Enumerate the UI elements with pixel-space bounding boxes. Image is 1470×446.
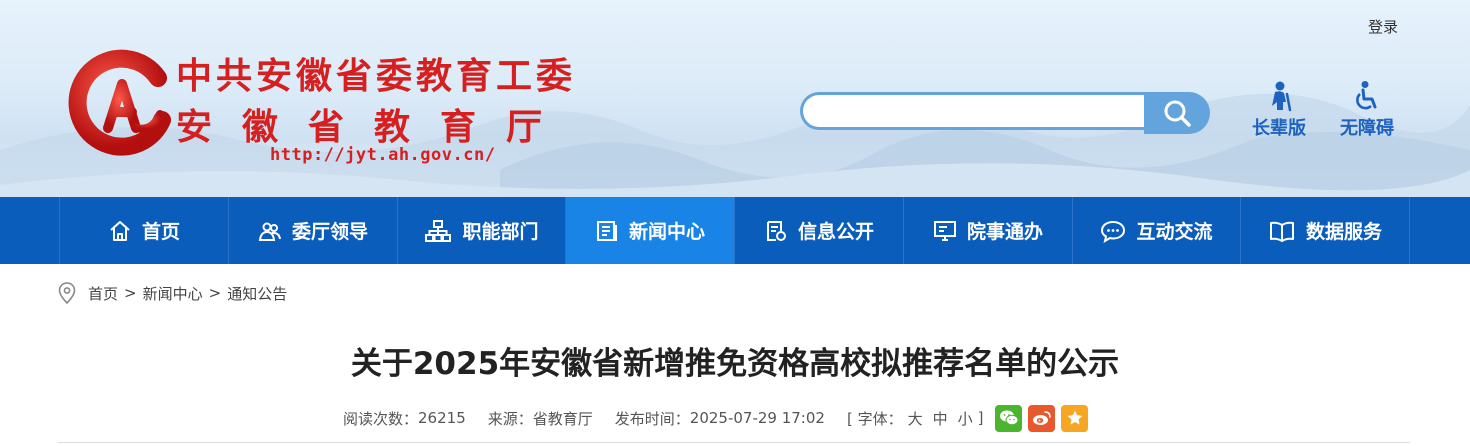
logo-emblem-icon — [68, 49, 171, 156]
nav-label: 委厅领导 — [291, 221, 368, 243]
wechat-icon — [999, 410, 1019, 426]
nav-label: 数据服务 — [1305, 221, 1382, 243]
date-label: 发布时间： — [614, 409, 690, 428]
views-count: 26215 — [418, 409, 466, 427]
font-small-button[interactable]: 小 — [958, 408, 973, 429]
org-chart-icon — [425, 219, 452, 242]
publish-date: 2025-07-29 17:02 — [689, 409, 825, 427]
home-icon — [110, 220, 130, 241]
nav-item-home[interactable]: 首页 — [59, 197, 228, 264]
breadcrumb: 首页 > 新闻中心 > 通知公告 — [58, 282, 287, 304]
nav-label: 信息公开 — [797, 221, 874, 243]
nav-item-services[interactable]: 院事通办 — [903, 197, 1072, 264]
breadcrumb-home[interactable]: 首页 — [88, 283, 118, 304]
news-icon — [596, 220, 617, 241]
font-size-label: [ 字体： — [846, 409, 903, 428]
elder-mode-button[interactable]: 长辈版 — [1246, 80, 1312, 140]
font-medium-button[interactable]: 中 — [933, 408, 948, 429]
breadcrumb-separator: > — [124, 284, 137, 302]
views-label: 阅读次数： — [343, 409, 419, 428]
star-icon — [1067, 410, 1083, 425]
search-input[interactable] — [800, 92, 1144, 130]
info-icon — [766, 220, 786, 241]
location-pin-icon — [58, 282, 76, 304]
book-icon — [1269, 221, 1294, 242]
main-navigation: 首页 委厅领导 职能部门 新闻中心 信息公开 院事通办 互动交流 数据服务 — [0, 197, 1470, 264]
nav-label: 新闻中心 — [628, 221, 705, 243]
nav-item-leaders[interactable]: 委厅领导 — [228, 197, 397, 264]
accessibility-label: 无障碍 — [1340, 118, 1394, 139]
nav-item-departments[interactable]: 职能部门 — [397, 197, 565, 264]
source-value: 省教育厅 — [532, 409, 593, 428]
monitor-icon — [933, 220, 956, 241]
share-wechat-button[interactable] — [995, 404, 1023, 432]
weibo-icon — [1032, 411, 1051, 425]
nav-item-news[interactable]: 新闻中心 — [565, 197, 734, 264]
nav-label: 首页 — [141, 221, 180, 243]
search-button[interactable] — [1144, 92, 1210, 134]
site-url: http://jyt.ah.gov.cn/ — [270, 145, 496, 165]
elder-icon — [1272, 81, 1292, 112]
favorite-button[interactable] — [1061, 404, 1089, 432]
source-label: 来源： — [487, 409, 533, 428]
font-large-button[interactable]: 大 — [908, 408, 923, 429]
elder-mode-label: 长辈版 — [1252, 118, 1306, 139]
nav-label: 互动交流 — [1136, 221, 1213, 243]
site-header: 登录 中共安徽省委教育工委 安徽省教育厅 http://jyt.ah.gov.c… — [0, 0, 1470, 197]
share-weibo-button[interactable] — [1028, 404, 1056, 432]
leaders-icon — [258, 222, 281, 241]
nav-item-data[interactable]: 数据服务 — [1240, 197, 1410, 264]
site-title-line2: 安徽省教育厅 — [176, 107, 573, 148]
breadcrumb-news[interactable]: 新闻中心 — [143, 283, 203, 304]
chat-icon — [1101, 220, 1126, 243]
article-title: 关于2025年安徽省新增推免资格高校拟推荐名单的公示 — [350, 346, 1120, 382]
nav-item-interaction[interactable]: 互动交流 — [1072, 197, 1240, 264]
login-link[interactable]: 登录 — [1368, 16, 1398, 37]
nav-label: 院事通办 — [966, 221, 1043, 243]
font-size-close: ] — [977, 409, 984, 427]
breadcrumb-notices[interactable]: 通知公告 — [227, 283, 287, 304]
search-icon — [1164, 100, 1191, 127]
nav-label: 职能部门 — [462, 221, 539, 243]
breadcrumb-separator: > — [208, 284, 222, 302]
site-title-line1: 中共安徽省委教育工委 — [176, 56, 577, 97]
nav-item-info[interactable]: 信息公开 — [734, 197, 903, 264]
article-meta: 阅读次数： 26215 来源： 省教育厅 发布时间： 2025-07-29 17… — [343, 404, 1089, 432]
accessibility-button[interactable]: 无障碍 — [1334, 80, 1400, 140]
wheelchair-icon — [1356, 81, 1377, 110]
divider — [58, 442, 1410, 443]
